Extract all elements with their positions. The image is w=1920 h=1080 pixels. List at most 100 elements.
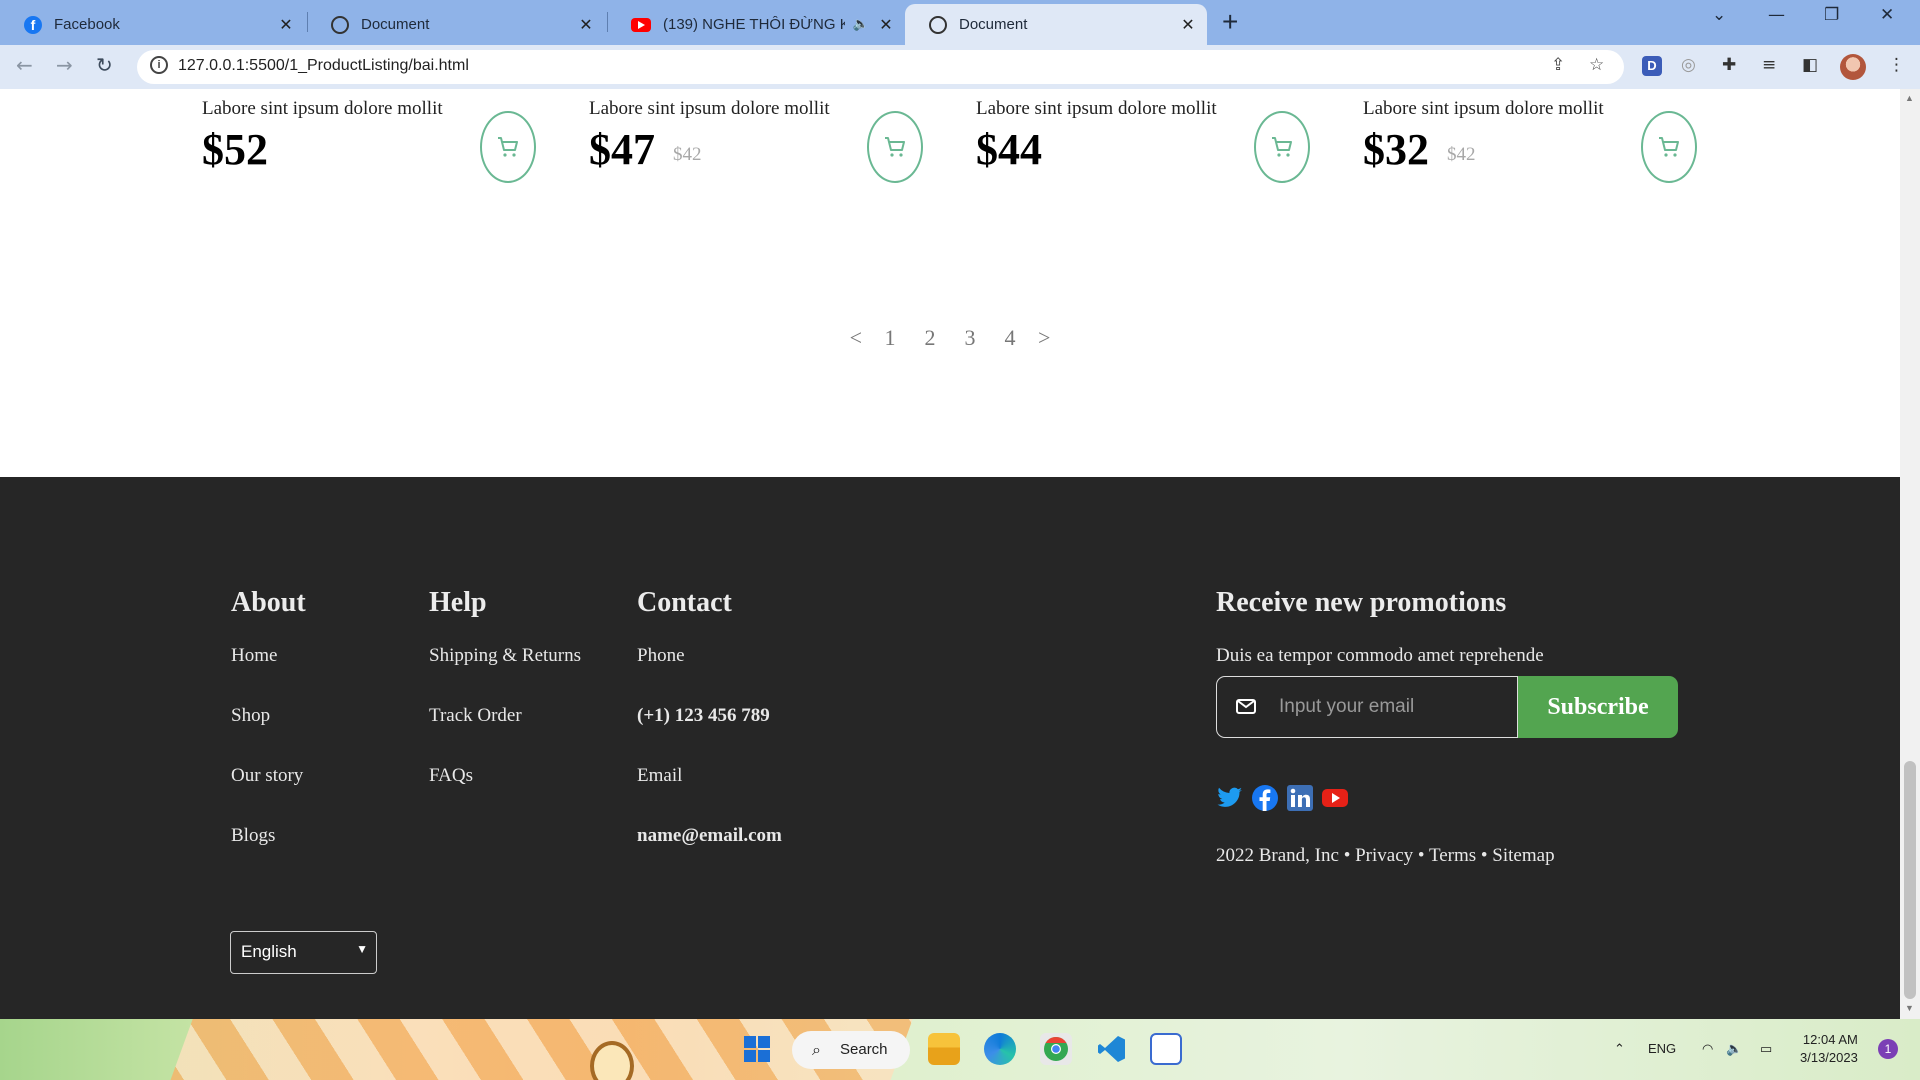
wifi-icon[interactable]: ◠ bbox=[1702, 1041, 1713, 1057]
tab-title: Facebook bbox=[54, 16, 120, 33]
footer-link-our-story[interactable]: Our story bbox=[231, 763, 306, 823]
footer-link-shop[interactable]: Shop bbox=[231, 703, 306, 763]
app-window-icon[interactable] bbox=[1150, 1033, 1182, 1065]
product-old-price: $42 bbox=[673, 144, 702, 165]
close-tab-icon[interactable]: ✕ bbox=[577, 15, 595, 35]
twitter-icon[interactable] bbox=[1216, 784, 1244, 812]
footer-link-home[interactable]: Home bbox=[231, 643, 306, 703]
newsletter-heading: Receive new promotions bbox=[1216, 587, 1507, 618]
url-text[interactable]: 127.0.0.1:5500/1_ProductListing/bai.html bbox=[178, 57, 469, 75]
media-queue-icon[interactable]: ≡ bbox=[1762, 55, 1776, 75]
product-price: $32 bbox=[1363, 125, 1429, 174]
footer-contact: Contact Phone (+1) 123 456 789 Email nam… bbox=[637, 587, 782, 883]
footer-help: Help Shipping & Returns Track Order FAQs bbox=[429, 587, 581, 823]
product-price: $44 bbox=[976, 125, 1042, 174]
product-title[interactable]: Product title bbox=[976, 89, 1158, 97]
page-link[interactable]: 3 bbox=[958, 325, 982, 351]
scroll-up-icon[interactable]: ▲ bbox=[1905, 93, 1914, 103]
language-indicator[interactable]: ENG bbox=[1648, 1041, 1676, 1056]
minimize-icon[interactable]: — bbox=[1768, 5, 1785, 25]
tab-youtube[interactable]: (139) NGHE THÔI ĐỪNG KH 🔈 ✕ bbox=[607, 4, 905, 45]
restore-icon[interactable]: ❐ bbox=[1824, 5, 1839, 25]
page-scrollbar[interactable]: ▲ ▼ bbox=[1900, 89, 1920, 1019]
footer-heading: Contact bbox=[637, 587, 732, 618]
page-link[interactable]: 4 bbox=[998, 325, 1022, 351]
file-explorer-icon[interactable] bbox=[928, 1033, 960, 1065]
new-tab-button[interactable]: + bbox=[1222, 6, 1238, 38]
footer-link-blogs[interactable]: Blogs bbox=[231, 823, 306, 883]
language-select[interactable]: English ▼ bbox=[230, 931, 377, 974]
prev-page-button[interactable]: < bbox=[850, 325, 862, 351]
next-page-button[interactable]: > bbox=[1038, 325, 1050, 351]
cart-icon bbox=[1272, 137, 1292, 157]
tab-search-icon[interactable]: ⌄ bbox=[1712, 5, 1726, 25]
subscribe-button[interactable]: Subscribe bbox=[1518, 676, 1678, 738]
notification-badge[interactable]: 1 bbox=[1878, 1039, 1898, 1059]
close-tab-icon[interactable]: ✕ bbox=[877, 15, 895, 35]
product-description: Labore sint ipsum dolore mollit bbox=[202, 98, 443, 119]
chevron-down-icon: ▼ bbox=[356, 942, 368, 956]
system-clock[interactable]: 12:04 AM 3/13/2023 bbox=[1800, 1031, 1858, 1067]
volume-icon[interactable]: 🔈 bbox=[1726, 1041, 1742, 1057]
product-card: Product title Labore sint ipsum dolore m… bbox=[202, 89, 542, 199]
share-icon[interactable]: ⇪ bbox=[1551, 55, 1565, 75]
phone-number[interactable]: (+1) 123 456 789 bbox=[637, 703, 782, 763]
globe-icon bbox=[331, 15, 349, 34]
extension-d-icon[interactable]: D bbox=[1642, 56, 1662, 76]
site-info-icon[interactable]: i bbox=[150, 56, 168, 74]
email-address[interactable]: name@email.com bbox=[637, 823, 782, 883]
email-input[interactable]: Input your email bbox=[1216, 676, 1518, 738]
product-description: Labore sint ipsum dolore mollit bbox=[1363, 98, 1604, 119]
close-tab-icon[interactable]: ✕ bbox=[277, 15, 295, 35]
youtube-icon[interactable] bbox=[1321, 784, 1349, 812]
tab-document[interactable]: Document ✕ bbox=[307, 4, 605, 45]
window-close-icon[interactable]: ✕ bbox=[1880, 5, 1894, 25]
page-link[interactable]: 2 bbox=[918, 325, 942, 351]
tab-document-active[interactable]: Document ✕ bbox=[905, 4, 1207, 45]
site-footer: About Home Shop Our story Blogs English … bbox=[0, 477, 1900, 1019]
footer-link-track-order[interactable]: Track Order bbox=[429, 703, 581, 763]
close-tab-icon[interactable]: ✕ bbox=[1179, 15, 1197, 35]
menu-kebab-icon[interactable]: ⋮ bbox=[1888, 55, 1905, 75]
linkedin-icon[interactable] bbox=[1286, 784, 1314, 812]
tab-title: (139) NGHE THÔI ĐỪNG KH bbox=[663, 16, 845, 33]
add-to-cart-button[interactable] bbox=[1641, 111, 1697, 183]
vscode-icon[interactable] bbox=[1096, 1033, 1128, 1065]
scroll-down-icon[interactable]: ▼ bbox=[1905, 1003, 1914, 1013]
tab-facebook[interactable]: f Facebook ✕ bbox=[0, 4, 305, 45]
product-title[interactable]: Product title bbox=[1363, 89, 1545, 97]
side-panel-icon[interactable]: ◧ bbox=[1802, 55, 1818, 75]
chrome-icon[interactable] bbox=[1040, 1033, 1072, 1065]
product-card: Product title Labore sint ipsum dolore m… bbox=[589, 89, 929, 199]
email-placeholder: Input your email bbox=[1279, 696, 1415, 717]
speaker-icon[interactable]: 🔈 bbox=[853, 17, 869, 32]
footer-heading: About bbox=[231, 587, 306, 618]
profile-avatar[interactable] bbox=[1840, 54, 1866, 80]
product-title[interactable]: Product title bbox=[589, 89, 771, 97]
forward-icon[interactable]: → bbox=[56, 53, 73, 77]
taskbar-search[interactable]: ⌕ Search bbox=[792, 1031, 910, 1069]
add-to-cart-button[interactable] bbox=[867, 111, 923, 183]
scrollbar-thumb[interactable] bbox=[1904, 761, 1916, 999]
battery-icon[interactable]: ▭ bbox=[1760, 1041, 1772, 1057]
back-icon[interactable]: ← bbox=[16, 53, 33, 77]
edge-icon[interactable] bbox=[984, 1033, 1016, 1065]
bookmark-star-icon[interactable]: ☆ bbox=[1589, 55, 1604, 75]
extensions-puzzle-icon[interactable]: ✚ bbox=[1722, 55, 1736, 75]
product-card: Product title Labore sint ipsum dolore m… bbox=[976, 89, 1316, 199]
start-icon[interactable] bbox=[741, 1033, 773, 1065]
footer-link-faqs[interactable]: FAQs bbox=[429, 763, 581, 823]
add-to-cart-button[interactable] bbox=[1254, 111, 1310, 183]
newsletter: Receive new promotions Duis ea tempor co… bbox=[1216, 587, 1678, 866]
footer-link-shipping[interactable]: Shipping & Returns bbox=[429, 643, 581, 703]
address-bar[interactable]: i 127.0.0.1:5500/1_ProductListing/bai.ht… bbox=[137, 50, 1624, 84]
facebook-icon[interactable] bbox=[1251, 784, 1279, 812]
reload-icon[interactable]: ↻ bbox=[96, 53, 113, 77]
add-to-cart-button[interactable] bbox=[480, 111, 536, 183]
page-link[interactable]: 1 bbox=[878, 325, 902, 351]
windows-taskbar: ⌕ Search ⌃ ENG ◠ 🔈 ▭ 12:04 AM 3/13/2023 … bbox=[0, 1019, 1920, 1080]
tray-overflow-icon[interactable]: ⌃ bbox=[1614, 1041, 1625, 1057]
copyright-text[interactable]: 2022 Brand, Inc • Privacy • Terms • Site… bbox=[1216, 845, 1555, 867]
product-title[interactable]: Product title bbox=[202, 89, 384, 97]
extension-compass-icon[interactable]: ◎ bbox=[1681, 55, 1696, 75]
